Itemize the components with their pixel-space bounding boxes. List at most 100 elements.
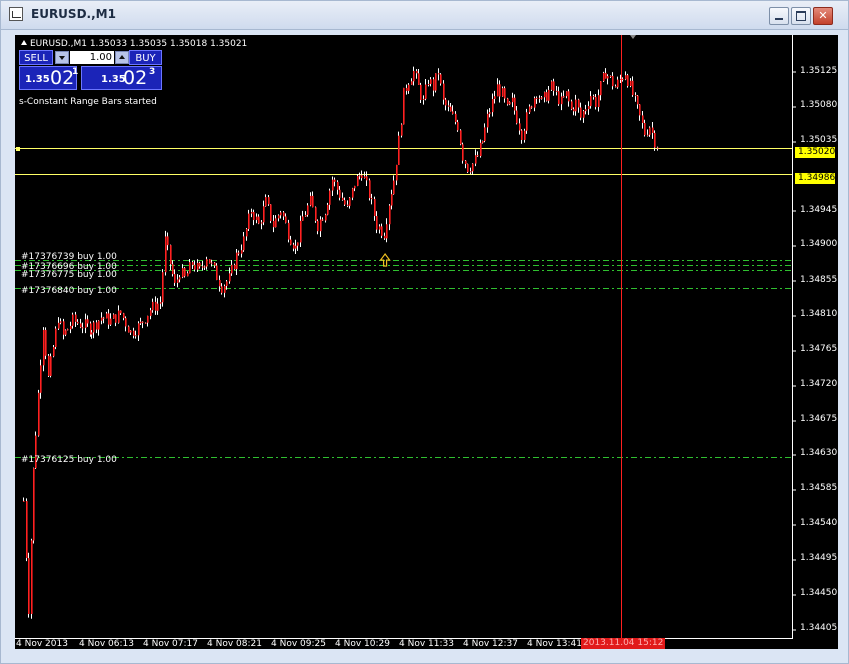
lot-size-input[interactable]: 1.00 xyxy=(70,51,114,64)
candle-body xyxy=(359,175,361,177)
symbol-info-text: EURUSD.,M1 1.35033 1.35035 1.35018 1.350… xyxy=(30,39,248,49)
candle-body xyxy=(531,106,533,108)
candle-body xyxy=(482,141,484,143)
lot-increase-button[interactable] xyxy=(115,51,129,64)
candle-body xyxy=(499,84,501,97)
chart-canvas[interactable] xyxy=(15,35,838,649)
candle-body xyxy=(384,235,386,239)
terminal-window: EURUSD.,M1 ✕ EURUSD.,M1 1.35033 1.35035 … xyxy=(0,0,849,664)
price-axis-label: 1.34495 xyxy=(800,553,838,563)
candle-body xyxy=(644,122,646,136)
candle-body xyxy=(140,321,142,324)
lot-decrease-button[interactable] xyxy=(55,51,69,64)
maximize-button[interactable] xyxy=(791,7,811,25)
candle-body xyxy=(231,264,233,274)
candle-body xyxy=(617,79,619,88)
candle-body xyxy=(630,80,632,87)
price-chart[interactable]: EURUSD.,M1 1.35033 1.35035 1.35018 1.350… xyxy=(15,35,838,649)
candle-body xyxy=(519,123,521,131)
candle-body xyxy=(138,323,140,336)
candle-body xyxy=(261,222,263,224)
candle-body xyxy=(315,207,317,221)
candle-body xyxy=(598,95,600,107)
candle-body xyxy=(172,264,174,275)
candle-body xyxy=(524,130,526,140)
order-label[interactable]: #17376125 buy 1.00 xyxy=(21,455,117,465)
price-axis-label: 1.34900 xyxy=(800,239,838,249)
candle-body xyxy=(118,310,120,323)
candle-body xyxy=(192,262,194,265)
candle-body xyxy=(147,315,149,323)
price-axis-label: 1.34585 xyxy=(800,483,838,493)
candle-body xyxy=(142,321,144,323)
candle-body xyxy=(470,171,472,173)
order-label[interactable]: #17376840 buy 1.00 xyxy=(21,286,117,296)
candle-body xyxy=(578,99,580,108)
candle-body xyxy=(462,144,464,161)
sell-button[interactable]: SELL xyxy=(19,50,53,65)
candle-body xyxy=(371,198,373,200)
candle-body xyxy=(206,259,208,267)
candle-body xyxy=(133,330,135,336)
minimize-button[interactable] xyxy=(769,7,789,25)
candle-body xyxy=(77,321,79,324)
order-label[interactable]: #17376775 buy 1.00 xyxy=(21,270,117,280)
candle-body xyxy=(339,189,341,198)
candle-body xyxy=(75,314,77,322)
candle-body xyxy=(290,239,292,245)
candle-body xyxy=(352,188,354,198)
candle-body xyxy=(504,88,506,99)
order-label[interactable]: #17376739 buy 1.00 xyxy=(21,252,117,262)
candle-body xyxy=(253,212,255,221)
candle-body xyxy=(273,220,275,228)
candle-body xyxy=(607,76,609,79)
price-axis-label: 1.34630 xyxy=(800,448,838,458)
candle-body xyxy=(563,96,565,98)
candle-body xyxy=(637,95,639,105)
candle-body xyxy=(536,97,538,99)
candle-body xyxy=(408,84,410,91)
close-button[interactable]: ✕ xyxy=(813,7,833,25)
candle-body xyxy=(297,242,299,246)
candle-body xyxy=(305,214,307,217)
ask-price-box[interactable]: 1.35 02 3 xyxy=(81,66,162,90)
candle-body xyxy=(539,97,541,99)
candle-body xyxy=(357,175,359,186)
candle-body xyxy=(241,250,243,254)
hline-price-tag: 1.34986 xyxy=(795,173,835,184)
candle-body xyxy=(110,318,112,325)
buy-button[interactable]: BUY xyxy=(129,50,162,65)
ask-price-sup: 3 xyxy=(149,67,156,77)
candle-body xyxy=(310,195,312,206)
candle-body xyxy=(268,197,270,205)
candle-body xyxy=(420,84,422,100)
candle-body xyxy=(541,97,543,99)
candle-body xyxy=(113,314,115,319)
candle-body xyxy=(224,285,226,293)
candle-body xyxy=(263,206,265,223)
time-axis-label: 4 Nov 2013 xyxy=(16,639,68,649)
candle-body xyxy=(521,130,523,140)
bid-price-box[interactable]: 1.35 02 1 xyxy=(19,66,78,90)
candle-body xyxy=(416,70,418,74)
price-axis-label: 1.34450 xyxy=(800,588,838,598)
collapse-triangle-icon[interactable] xyxy=(21,40,27,45)
candle-body xyxy=(573,109,575,112)
candle-body xyxy=(480,142,482,157)
candle-body xyxy=(327,204,329,215)
candle-body xyxy=(270,204,272,221)
candle-body xyxy=(33,468,35,541)
candle-body xyxy=(472,163,474,172)
candle-body xyxy=(514,97,516,111)
title-bar[interactable]: EURUSD.,M1 ✕ xyxy=(1,1,848,30)
candle-body xyxy=(80,323,82,328)
candle-body xyxy=(256,216,258,221)
candle-body xyxy=(307,205,309,215)
candle-body xyxy=(376,216,378,230)
candle-body xyxy=(50,356,52,376)
candle-body xyxy=(221,286,223,293)
candle-body xyxy=(216,265,218,280)
candle-body xyxy=(123,313,125,319)
candle-body xyxy=(248,213,250,229)
bid-price-digits: 02 xyxy=(50,67,75,89)
